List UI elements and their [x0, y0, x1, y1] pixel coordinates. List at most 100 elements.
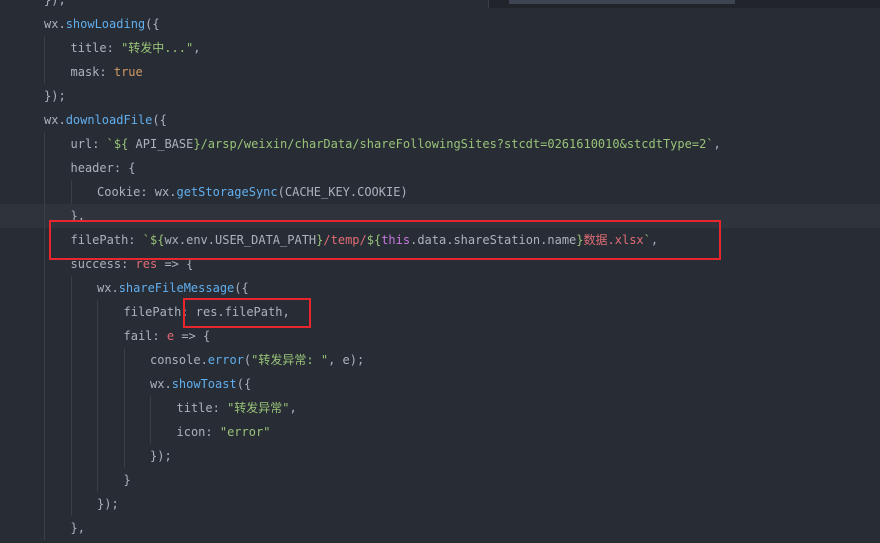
- code-text: title: "转发中...",: [71, 36, 201, 60]
- code-token: });: [44, 0, 66, 7]
- code-text: wx.showLoading({: [44, 12, 160, 36]
- code-token: 数据.xlsx: [583, 233, 644, 247]
- indent-guide: [44, 132, 45, 156]
- indent-guide: [44, 60, 45, 84]
- code-text: title: "转发异常",: [177, 396, 297, 420]
- code-token: res: [135, 257, 158, 271]
- indent-guide: [44, 372, 45, 396]
- code-token: mask: [70, 65, 100, 79]
- code-line[interactable]: filePath: `${wx.env.USER_DATA_PATH}/temp…: [0, 228, 880, 252]
- code-token: :: [152, 329, 167, 343]
- code-line[interactable]: },: [0, 204, 880, 228]
- indent-guide: [70, 276, 72, 300]
- code-line[interactable]: });: [0, 492, 880, 516]
- code-line[interactable]: Cookie: wx.getStorageSync(CACHE_KEY.COOK…: [0, 180, 880, 204]
- code-token: ({: [236, 377, 252, 391]
- code-text: },: [71, 516, 85, 540]
- code-line[interactable]: console.error("转发异常: ", e);: [0, 348, 880, 372]
- code-token: success: [70, 257, 122, 271]
- code-token: });: [44, 89, 66, 103]
- code-line[interactable]: url: `${ API_BASE}/arsp/weixin/charData/…: [0, 132, 880, 156]
- code-token: title: [176, 401, 213, 415]
- code-line[interactable]: wx.showLoading({: [0, 12, 880, 36]
- code-text: icon: "error": [177, 420, 271, 444]
- indent-guide: [44, 468, 45, 492]
- code-text: success: res => {: [71, 252, 194, 276]
- code-token: "error": [219, 425, 271, 439]
- indent-guide: [97, 420, 98, 444]
- code-token: ${: [366, 233, 382, 247]
- indent-guide: [44, 516, 45, 540]
- code-token: ,: [193, 41, 201, 55]
- indent-guide: [44, 252, 45, 276]
- code-line[interactable]: success: res => {: [0, 252, 880, 276]
- code-line[interactable]: });: [0, 444, 880, 468]
- code-token: /temp/: [323, 233, 367, 247]
- code-token: : wx.: [140, 185, 177, 199]
- code-text: }: [124, 468, 131, 492]
- code-token: filePath: [70, 233, 129, 247]
- code-token: API_BASE: [135, 137, 194, 151]
- code-token: (CACHE_KEY.COOKIE): [277, 185, 408, 199]
- code-text: });: [150, 444, 172, 468]
- code-line[interactable]: wx.shareFileMessage({: [0, 276, 880, 300]
- code-token: shareFileMessage: [118, 281, 235, 295]
- code-token: res.filePath,: [195, 305, 290, 319]
- code-line[interactable]: header: {: [0, 156, 880, 180]
- code-line[interactable]: title: "转发异常",: [0, 396, 880, 420]
- code-token: wx.: [44, 17, 66, 31]
- code-token: }: [193, 137, 201, 151]
- indent-guide: [70, 468, 72, 492]
- code-editor[interactable]: }); wx.showLoading({title: "转发中...", mask:…: [0, 0, 880, 543]
- code-text: mask: true: [71, 60, 143, 84]
- indent-guide: [44, 420, 45, 444]
- indent-guide: [44, 348, 45, 372]
- indent-guide: [70, 300, 72, 324]
- code-line[interactable]: icon: "error": [0, 420, 880, 444]
- code-token: icon: [176, 425, 206, 439]
- code-line[interactable]: },: [0, 516, 880, 540]
- code-token: filePath: [123, 305, 182, 319]
- code-line[interactable]: wx.showToast({: [0, 372, 880, 396]
- code-token: ({: [234, 281, 249, 295]
- indent-guide: [70, 372, 72, 396]
- code-token: error: [207, 353, 244, 367]
- code-line[interactable]: wx.downloadFile({: [0, 108, 880, 132]
- indent-guide: [97, 468, 98, 492]
- indent-guide: [97, 348, 98, 372]
- code-line[interactable]: fail: e => {: [0, 324, 880, 348]
- code-token: "转发异常: ": [251, 353, 329, 367]
- code-line[interactable]: mask: true: [0, 60, 880, 84]
- code-token: ,: [713, 137, 721, 151]
- code-text: wx.downloadFile({: [44, 108, 167, 132]
- code-token: showToast: [171, 377, 237, 391]
- code-token: :: [92, 137, 107, 151]
- code-line[interactable]: filePath: res.filePath,: [0, 300, 880, 324]
- code-token: downloadFile: [65, 113, 153, 127]
- code-token: showLoading: [65, 17, 146, 31]
- indent-guide: [123, 420, 125, 444]
- code-token: getStorageSync: [176, 185, 278, 199]
- code-text: header: {: [71, 156, 136, 180]
- code-text: Cookie: wx.getStorageSync(CACHE_KEY.COOK…: [97, 180, 408, 204]
- code-line[interactable]: });: [0, 84, 880, 108]
- indent-guide: [97, 324, 98, 348]
- code-token: /arsp/weixin/charData/shareFollowingSite…: [200, 137, 714, 151]
- code-token: `: [643, 233, 651, 247]
- overview-scroll-thumb[interactable]: [509, 0, 735, 4]
- code-token: `${: [142, 233, 165, 247]
- code-token: , e);: [328, 353, 365, 367]
- code-line[interactable]: }: [0, 468, 880, 492]
- code-token: : {: [113, 161, 136, 175]
- code-token: console.: [150, 353, 208, 367]
- overview-panel: [488, 0, 880, 8]
- code-line[interactable]: title: "转发中...",: [0, 36, 880, 60]
- code-token: => {: [174, 329, 211, 343]
- code-token: ({: [152, 113, 167, 127]
- code-text: wx.showToast({: [150, 372, 251, 396]
- indent-guide: [70, 180, 72, 204]
- code-token: title: [70, 41, 107, 55]
- code-token: e: [166, 329, 175, 343]
- indent-guide: [150, 396, 151, 420]
- code-token: Cookie: [97, 185, 141, 199]
